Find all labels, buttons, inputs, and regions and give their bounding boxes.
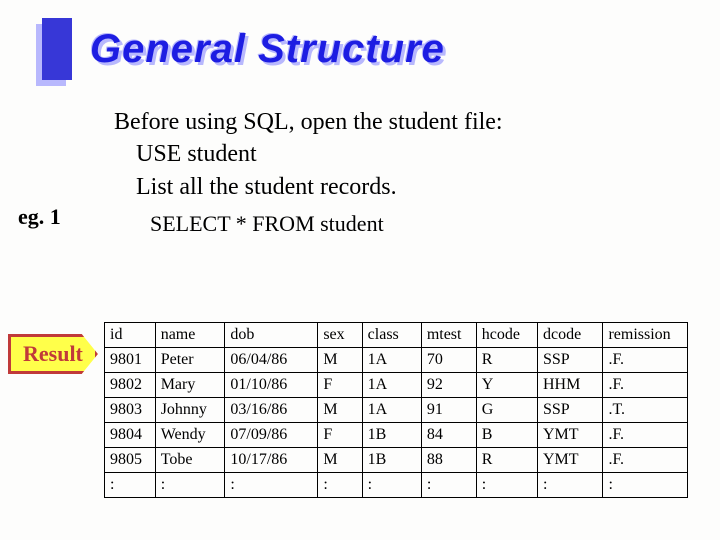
cell: .F. [603,348,688,373]
cell: SSP [537,348,602,373]
cell: R [476,448,537,473]
cell: 03/16/86 [225,398,318,423]
col-sex: sex [318,323,362,348]
cell: 84 [421,423,476,448]
body-line-4: SELECT * FROM student [114,209,698,239]
result-table-wrap: id name dob sex class mtest hcode dcode … [104,322,688,498]
table-row: 9804 Wendy 07/09/86 F 1B 84 B YMT .F. [105,423,688,448]
col-dob: dob [225,323,318,348]
cell: : [318,473,362,498]
cell: M [318,348,362,373]
body-line-2: USE student [114,138,698,170]
col-hcode: hcode [476,323,537,348]
cell: .F. [603,423,688,448]
cell: R [476,348,537,373]
col-mtest: mtest [421,323,476,348]
table-row: : : : : : : : : : [105,473,688,498]
cell: 9802 [105,373,156,398]
cell: 1B [362,448,421,473]
cell: 1B [362,423,421,448]
cell: 10/17/86 [225,448,318,473]
cell: F [318,373,362,398]
col-class: class [362,323,421,348]
cell: 91 [421,398,476,423]
cell: : [476,473,537,498]
cell: Tobe [155,448,225,473]
title-row: General Structure [42,18,698,80]
cell: 1A [362,373,421,398]
cell: .F. [603,373,688,398]
cell: Mary [155,373,225,398]
cell: 88 [421,448,476,473]
cell: : [603,473,688,498]
table-row: 9803 Johnny 03/16/86 M 1A 91 G SSP .T. [105,398,688,423]
body-line-3: List all the student records. [114,171,698,203]
cell: .F. [603,448,688,473]
table-header-row: id name dob sex class mtest hcode dcode … [105,323,688,348]
cell: : [537,473,602,498]
cell: G [476,398,537,423]
col-dcode: dcode [537,323,602,348]
cell: HHM [537,373,602,398]
col-remission: remission [603,323,688,348]
cell: 9801 [105,348,156,373]
cell: YMT [537,423,602,448]
table-row: 9802 Mary 01/10/86 F 1A 92 Y HHM .F. [105,373,688,398]
table-body: 9801 Peter 06/04/86 M 1A 70 R SSP .F. 98… [105,348,688,498]
cell: M [318,398,362,423]
slide: General Structure Before using SQL, open… [0,0,720,540]
body-text: Before using SQL, open the student file:… [114,106,698,239]
result-badge: Result [8,334,98,374]
cell: : [225,473,318,498]
cell: 1A [362,348,421,373]
example-badge: eg. 1 [18,204,61,230]
cell: SSP [537,398,602,423]
slide-title: General Structure [90,27,445,72]
col-id: id [105,323,156,348]
cell: Wendy [155,423,225,448]
cell: M [318,448,362,473]
cell: YMT [537,448,602,473]
table-row: 9805 Tobe 10/17/86 M 1B 88 R YMT .F. [105,448,688,473]
cell: 07/09/86 [225,423,318,448]
cell: 9805 [105,448,156,473]
cell: 9803 [105,398,156,423]
cell: 1A [362,398,421,423]
cell: Y [476,373,537,398]
cell: : [421,473,476,498]
title-bar-icon [42,18,72,80]
cell: Johnny [155,398,225,423]
table-row: 9801 Peter 06/04/86 M 1A 70 R SSP .F. [105,348,688,373]
cell: 06/04/86 [225,348,318,373]
cell: F [318,423,362,448]
cell: : [362,473,421,498]
cell: 9804 [105,423,156,448]
col-name: name [155,323,225,348]
cell: Peter [155,348,225,373]
cell: : [155,473,225,498]
body-line-1: Before using SQL, open the student file: [114,106,698,138]
cell: 01/10/86 [225,373,318,398]
cell: : [105,473,156,498]
cell: 92 [421,373,476,398]
cell: B [476,423,537,448]
result-table: id name dob sex class mtest hcode dcode … [104,322,688,498]
cell: 70 [421,348,476,373]
cell: .T. [603,398,688,423]
